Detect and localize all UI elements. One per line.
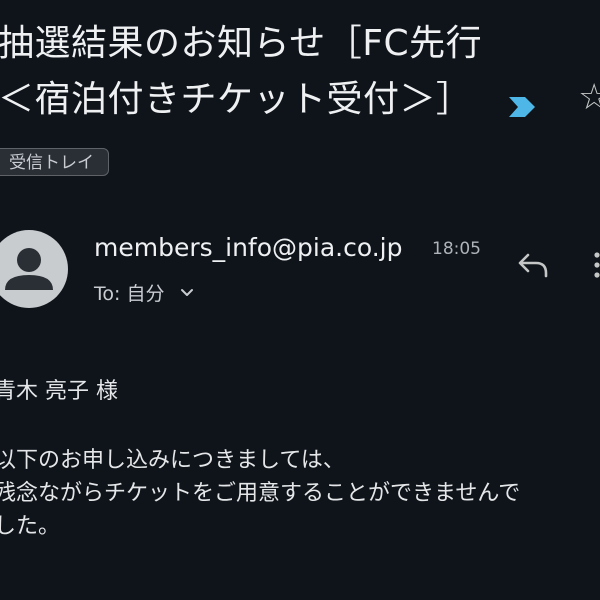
more-vertical-icon[interactable]	[592, 250, 600, 280]
email-body-line: 残念ながらチケットをご用意することができませんで	[0, 481, 521, 506]
email-body: 青木 亮子 様 以下のお申し込みにつきましては、 残念ながらチケットをご用意する…	[0, 376, 600, 543]
email-subject: 抽選結果のお知らせ［FC先行 ＜宿泊付きチケット受付＞］	[0, 16, 518, 128]
chevron-down-icon[interactable]	[179, 287, 195, 299]
email-subject-line-1: 抽選結果のお知らせ［FC先行	[0, 23, 483, 64]
inbox-label-chip[interactable]: 受信トレイ	[0, 148, 109, 176]
email-view: 抽選結果のお知らせ［FC先行 ＜宿泊付きチケット受付＞］ ☆ 受信トレイ mem…	[0, 0, 600, 600]
sender-avatar[interactable]	[0, 230, 68, 308]
email-greeting: 青木 亮子 様	[0, 379, 118, 404]
sender-address[interactable]: members_info@pia.co.jp	[94, 230, 402, 266]
email-subject-line-2: ＜宿泊付きチケット受付＞］	[0, 79, 473, 120]
email-time: 18:05	[432, 239, 481, 259]
important-marker-icon[interactable]	[507, 95, 537, 119]
reply-icon[interactable]	[516, 249, 550, 279]
email-body-line: した。	[0, 514, 61, 539]
inbox-label-text: 受信トレイ	[9, 153, 94, 173]
email-body-line: 以下のお申し込みにつきましては、	[0, 448, 345, 473]
recipient-text: To: 自分	[94, 283, 165, 305]
person-icon	[5, 248, 53, 290]
star-icon[interactable]: ☆	[578, 78, 600, 118]
email-paragraph: 以下のお申し込みにつきましては、 残念ながらチケットをご用意することができません…	[0, 444, 600, 543]
recipient-line[interactable]: To: 自分	[94, 279, 195, 309]
